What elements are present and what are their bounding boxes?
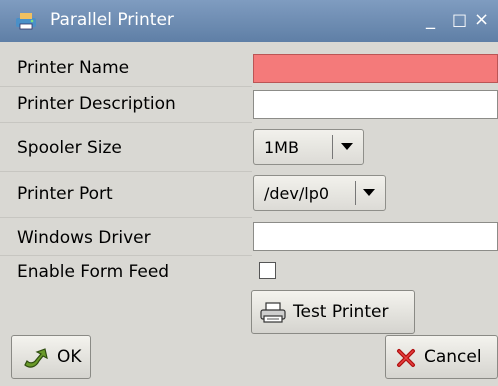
printer-port-select[interactable]: /dev/lp0 [253, 175, 386, 211]
spooler-size-value: 1MB [264, 137, 299, 157]
window-title: Parallel Printer [50, 10, 174, 30]
combo-divider [332, 135, 333, 159]
confirm-arrow-icon [24, 348, 48, 368]
minimize-button[interactable]: _ [426, 9, 435, 30]
cancel-x-icon [397, 349, 415, 367]
chevron-down-icon [341, 143, 353, 150]
combo-divider [355, 181, 356, 205]
test-printer-button[interactable]: Test Printer [251, 290, 415, 334]
row-divider [0, 171, 252, 172]
printer-port-value: /dev/lp0 [264, 183, 330, 203]
row-divider [0, 217, 252, 218]
spooler-size-select[interactable]: 1MB [253, 129, 364, 165]
close-button[interactable]: × [474, 9, 489, 30]
windows-driver-label: Windows Driver [17, 228, 151, 248]
enable-form-feed-label: Enable Form Feed [17, 262, 170, 282]
printer-name-label: Printer Name [17, 58, 130, 78]
parallel-printer-dialog: Parallel Printer _ □ × Printer Name Prin… [0, 0, 498, 386]
maximize-button[interactable]: □ [452, 10, 467, 29]
cancel-label: Cancel [424, 347, 482, 367]
ok-label: OK [57, 347, 82, 367]
row-divider [0, 86, 252, 87]
title-bar[interactable]: Parallel Printer _ □ × [0, 0, 498, 42]
ok-button[interactable]: OK [11, 335, 91, 379]
row-divider [0, 255, 252, 256]
printer-description-input[interactable] [253, 90, 498, 119]
enable-form-feed-checkbox[interactable] [259, 262, 276, 279]
printer-name-input[interactable] [253, 54, 498, 83]
chevron-down-icon [363, 189, 375, 196]
row-divider [0, 122, 252, 123]
spooler-size-label: Spooler Size [17, 138, 122, 158]
cancel-button[interactable]: Cancel [385, 335, 498, 379]
windows-driver-input[interactable] [253, 222, 498, 251]
printer-icon [260, 302, 286, 323]
test-printer-label: Test Printer [293, 302, 389, 322]
printer-app-icon [16, 13, 36, 30]
printer-port-label: Printer Port [17, 184, 113, 204]
printer-description-label: Printer Description [17, 94, 176, 114]
